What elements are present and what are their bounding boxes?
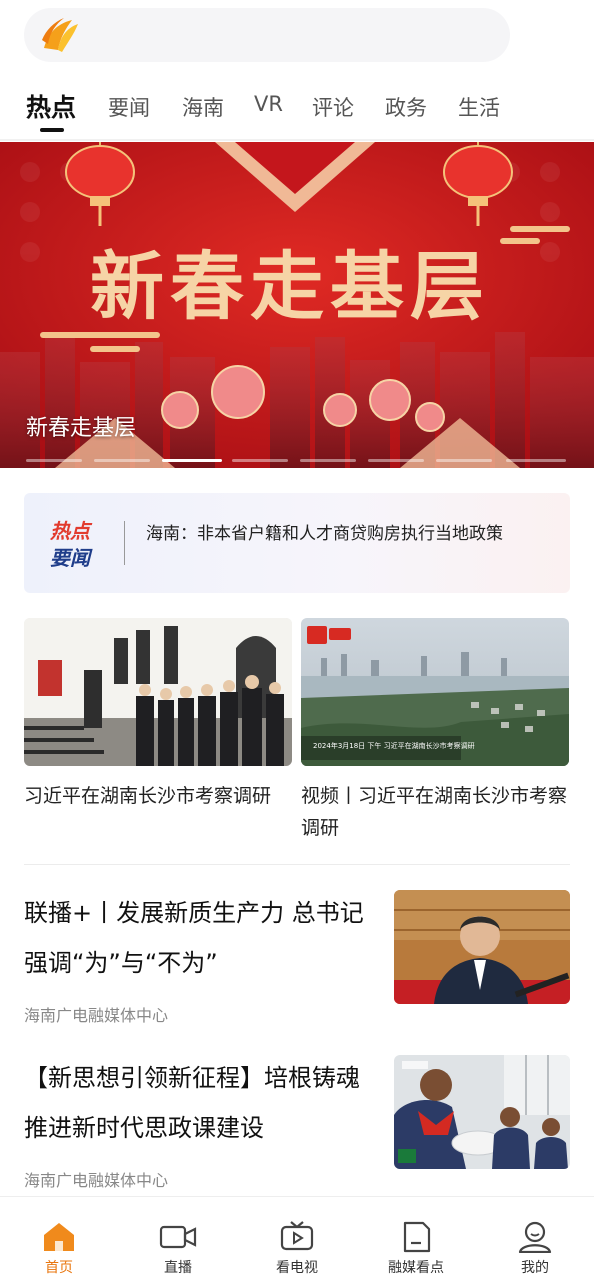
list-divider	[24, 864, 570, 865]
carousel-dot[interactable]	[506, 459, 566, 462]
hainan-logo-icon[interactable]	[38, 14, 80, 56]
tab-hot[interactable]: 热点	[26, 88, 76, 124]
profile-icon	[518, 1221, 552, 1253]
article-thumbnail[interactable]	[394, 1055, 570, 1169]
hot-news-headline[interactable]: 海南：非本省户籍和人才商贷购房执行当地政策	[146, 519, 503, 544]
nav-live[interactable]: 直播	[119, 1197, 237, 1280]
news-card-title[interactable]: 习近平在湖南长沙市考察调研	[24, 780, 296, 812]
banner-carousel[interactable]: 新春走基层 新春走基层	[0, 142, 594, 468]
video-overlay-caption: 2024年3月18日 下午 习近平在湖南长沙市考察调研	[313, 741, 475, 750]
hot-news-ticker[interactable]: 热点 要闻 海南：非本省户籍和人才商贷购房执行当地政策	[24, 493, 570, 593]
nav-home-label: 首页	[45, 1260, 73, 1276]
article-title[interactable]: 联播+丨发展新质生产力 总书记强调“为”与“不为”	[24, 888, 374, 988]
top-bar	[0, 0, 594, 80]
tab-active-indicator	[40, 128, 64, 132]
nav-media-highlights-label: 融媒看点	[388, 1260, 444, 1276]
tab-government[interactable]: 政务	[385, 92, 427, 122]
nav-profile-label: 我的	[521, 1260, 549, 1276]
carousel-dot[interactable]	[232, 459, 288, 462]
article-thumbnail[interactable]	[394, 890, 570, 1004]
nav-media-highlights[interactable]: 融媒看点	[357, 1197, 475, 1280]
tab-news[interactable]: 要闻	[108, 92, 150, 122]
news-card-image[interactable]	[24, 618, 292, 766]
article-title[interactable]: 【新思想引领新征程】培根铸魂 推进新时代思政课建设	[24, 1053, 374, 1153]
hot-news-label-bottom: 要闻	[50, 546, 90, 570]
nav-live-label: 直播	[164, 1260, 192, 1276]
tab-comment[interactable]: 评论	[312, 92, 354, 122]
tab-life[interactable]: 生活	[458, 92, 500, 122]
carousel-indicators	[26, 459, 566, 463]
hot-news-label-top: 热点	[50, 519, 90, 543]
live-camera-icon	[159, 1225, 197, 1249]
home-icon	[44, 1223, 74, 1251]
banner-title-artwork: 新春走基层	[90, 244, 490, 330]
tv-icon	[280, 1221, 314, 1251]
nav-tv-label: 看电视	[276, 1260, 318, 1276]
video-card-image[interactable]: 2024年3月18日 下午 习近平在湖南长沙市考察调研	[301, 618, 569, 766]
nav-tv[interactable]: 看电视	[238, 1197, 356, 1280]
banner-caption: 新春走基层	[26, 416, 137, 441]
carousel-dot[interactable]	[368, 459, 424, 462]
article-source: 海南广电融媒体中心	[24, 1006, 169, 1025]
carousel-dot[interactable]	[436, 459, 492, 462]
document-icon	[403, 1221, 431, 1253]
tab-vr[interactable]: VR	[254, 92, 283, 116]
carousel-dot[interactable]	[300, 459, 356, 462]
carousel-dot[interactable]	[26, 459, 82, 462]
carousel-dot[interactable]	[94, 459, 150, 462]
category-tabs: 热点 要闻 海南 VR 评论 政务 生活	[0, 80, 594, 140]
tab-hainan[interactable]: 海南	[182, 92, 224, 122]
video-card-title[interactable]: 视频丨习近平在湖南长沙市考察调研	[301, 780, 573, 844]
carousel-dot-active[interactable]	[162, 459, 222, 462]
hot-news-divider	[124, 521, 125, 565]
search-bar[interactable]	[24, 8, 510, 62]
bottom-navigation: 首页 直播 看电视 融媒看点 我的	[0, 1196, 594, 1280]
article-source: 海南广电融媒体中心	[24, 1171, 169, 1190]
nav-home[interactable]: 首页	[0, 1197, 118, 1280]
nav-profile[interactable]: 我的	[476, 1197, 594, 1280]
tab-divider	[0, 139, 594, 141]
